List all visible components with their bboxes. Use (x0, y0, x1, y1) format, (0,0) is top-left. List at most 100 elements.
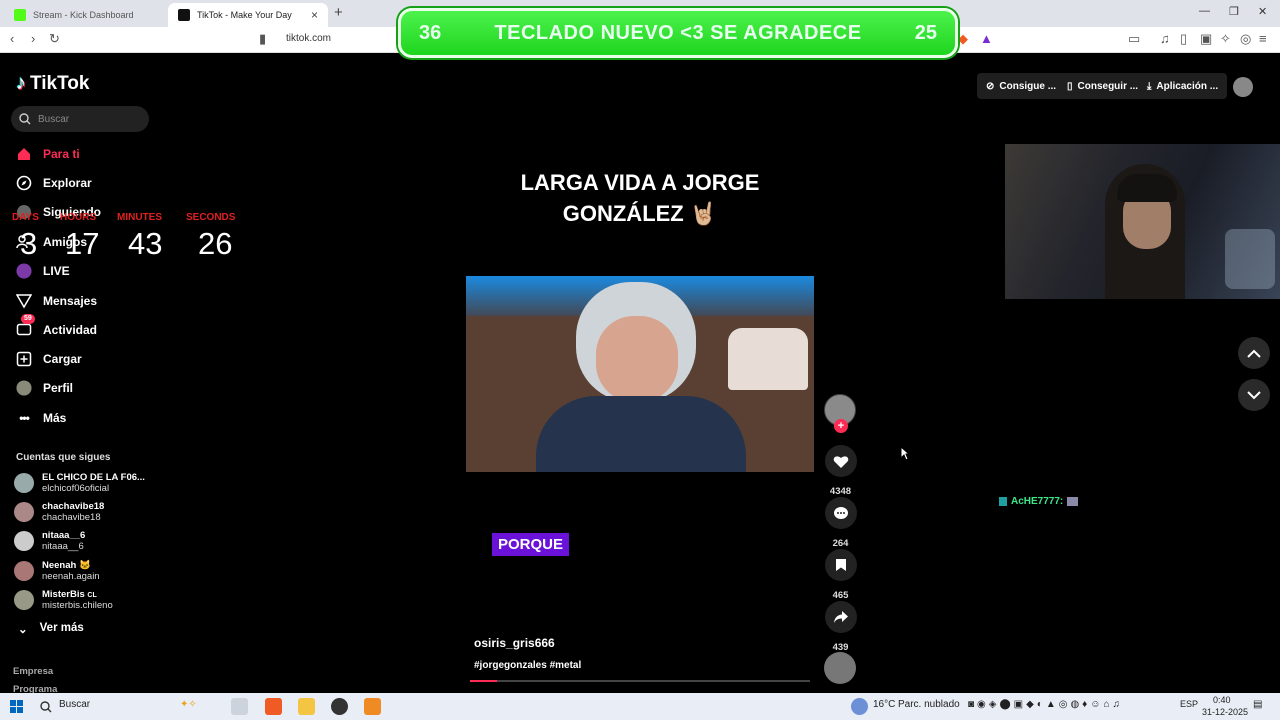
next-video-button[interactable] (1238, 379, 1270, 411)
brave-shield-icon[interactable]: ◆ (958, 32, 968, 46)
music-disc-icon[interactable] (824, 652, 856, 684)
nav-cargar[interactable]: Cargar (16, 348, 82, 370)
video-player[interactable] (466, 276, 814, 472)
media-icon[interactable]: ♫ (1160, 32, 1170, 46)
file-explorer-icon[interactable] (298, 698, 315, 715)
nav-mensajes[interactable]: Mensajes (16, 290, 97, 312)
video-caption: LARGA VIDA A JORGE GONZÁLEZ 🤘🏼 (466, 167, 814, 229)
footer-link-empresa[interactable]: Empresa (13, 666, 53, 677)
coin-icon: ⊘ (986, 80, 995, 92)
download-app-button[interactable]: ⤓ Aplicación ... (1138, 73, 1228, 99)
download-icon: ⤓ (1147, 80, 1152, 92)
nav-actividad[interactable]: 59 Actividad (16, 314, 97, 341)
like-action[interactable]: 4348 (824, 445, 857, 497)
video-progress-fill (470, 680, 498, 682)
tab-tiktok[interactable]: TikTok - Make Your Day × (168, 3, 328, 27)
chevron-down-icon: ⌄ (18, 624, 28, 636)
timer-hours: 17 (65, 226, 100, 261)
following-account[interactable]: MisterBis CL misterbis.chileno (14, 587, 113, 613)
mouse-cursor-icon (900, 446, 910, 461)
see-more-button[interactable]: ⌄ Ver más (18, 622, 84, 636)
timer-label-minutes: MINUTES (117, 212, 162, 223)
following-account[interactable]: EL CHICO DE LA F06... elchicof06oficial (14, 470, 145, 496)
sidebar-icon[interactable]: ▭ (1128, 32, 1140, 46)
brave-taskbar-icon[interactable] (265, 698, 282, 715)
video-username[interactable]: osiris_gris666 (474, 636, 555, 650)
wallet-icon[interactable]: ▣ (1200, 32, 1212, 46)
user-avatar[interactable] (1233, 77, 1253, 97)
clock-date[interactable]: 31-12-2025 (1202, 707, 1248, 717)
panel-icon[interactable]: ▯ (1180, 32, 1187, 46)
account-name: chachavibe18 (42, 501, 105, 512)
save-action[interactable]: 465 (824, 549, 857, 601)
search-input[interactable]: Buscar (11, 106, 149, 132)
new-tab-icon[interactable]: + (334, 4, 343, 21)
upload-icon (16, 351, 32, 367)
obs-icon[interactable] (331, 698, 348, 715)
windows-taskbar: Buscar ✦✧ 16°C Parc. nublado ◙◉◈⬤▣◆◐▲◎◍♦… (0, 693, 1280, 720)
leo-icon[interactable]: ✧ (1220, 32, 1231, 46)
following-title: Cuentas que sigues (16, 452, 111, 463)
share-icon[interactable] (824, 601, 857, 633)
comment-icon[interactable] (824, 497, 857, 529)
close-window-icon[interactable]: ✕ (1258, 5, 1267, 18)
following-account[interactable]: chachavibe18 chachavibe18 (14, 499, 104, 525)
follow-plus-icon[interactable]: + (834, 419, 848, 433)
nav-label: LIVE (43, 264, 70, 278)
get-app-button[interactable]: ▯ Conseguir ... (1058, 73, 1148, 99)
taskbar-search-input[interactable]: Buscar (59, 699, 90, 710)
tab-kick-dashboard[interactable]: Stream - Kick Dashboard (4, 3, 166, 27)
menu-icon[interactable]: ≡ (1259, 32, 1267, 46)
webcam-glass-shape (1225, 229, 1275, 289)
screen: { "browser": { "tabs": [ {"title": "Stre… (0, 0, 1280, 720)
nav-label: Para ti (43, 147, 80, 161)
vpn-icon[interactable]: ◎ (1240, 32, 1251, 46)
video-person-shirt-shape (536, 396, 746, 472)
address-bar[interactable]: tiktok.com (286, 33, 331, 44)
video-hashtags[interactable]: #jorgegonzales #metal (474, 660, 581, 671)
nav-live[interactable]: LIVE (16, 260, 70, 282)
back-icon[interactable]: ‹ (10, 32, 14, 46)
heart-icon[interactable] (824, 445, 857, 477)
clock-time[interactable]: 0:40 (1213, 695, 1231, 705)
bookmark-save-icon[interactable] (824, 549, 857, 581)
account-handle: chachavibe18 (42, 512, 101, 523)
avatar (14, 531, 34, 551)
nav-explorar[interactable]: Explorar (16, 172, 92, 194)
minimize-icon[interactable]: — (1199, 5, 1210, 17)
following-account[interactable]: nitaaa__6 nitaaa__6 (14, 528, 85, 554)
tab-title: Stream - Kick Dashboard (33, 10, 134, 20)
nav-para-ti[interactable]: Para ti (16, 143, 80, 165)
account-name: Neenah 🐱 (42, 560, 100, 571)
nav-label: Explorar (43, 176, 92, 190)
previous-video-button[interactable] (1238, 337, 1270, 369)
app-icon[interactable] (364, 698, 381, 715)
following-account[interactable]: Neenah 🐱 neenah.again (14, 558, 100, 584)
notification-icon[interactable]: ▤ (1253, 699, 1262, 710)
brave-rewards-icon[interactable]: ▲ (980, 32, 993, 46)
nav-mas[interactable]: ••• Más (16, 407, 66, 429)
maximize-icon[interactable]: ❐ (1229, 5, 1239, 18)
close-tab-icon[interactable]: × (311, 8, 318, 22)
system-tray-icons[interactable]: ◙◉◈⬤▣◆◐▲◎◍♦☺⌂♫ (968, 699, 1123, 710)
nav-label: Cargar (43, 352, 82, 366)
comment-action[interactable]: 264 (824, 497, 857, 549)
forward-icon[interactable]: › (31, 32, 35, 46)
video-subtitle: PORQUE (492, 533, 570, 556)
account-name: nitaaa__6 (42, 530, 86, 541)
bookmark-icon[interactable]: ▮ (259, 32, 266, 46)
video-progress-bar[interactable] (470, 680, 810, 682)
windows-start-icon[interactable] (10, 700, 23, 713)
avatar (14, 502, 34, 522)
account-handle: neenah.again (42, 571, 100, 582)
account-name-text: MisterBis (42, 589, 85, 600)
reload-icon[interactable]: ↻ (49, 32, 60, 46)
get-coins-button[interactable]: ⊘ Consigue ... (977, 73, 1066, 99)
task-view-icon[interactable] (231, 698, 248, 715)
tiktok-logo[interactable]: ♪ TikTok (16, 72, 89, 95)
share-action[interactable]: 439 (824, 601, 857, 653)
button-label: Consigue ... (999, 80, 1057, 92)
nav-perfil[interactable]: Perfil (16, 377, 73, 399)
comment-count: 264 (832, 538, 849, 549)
language-indicator[interactable]: ESP (1180, 699, 1198, 709)
